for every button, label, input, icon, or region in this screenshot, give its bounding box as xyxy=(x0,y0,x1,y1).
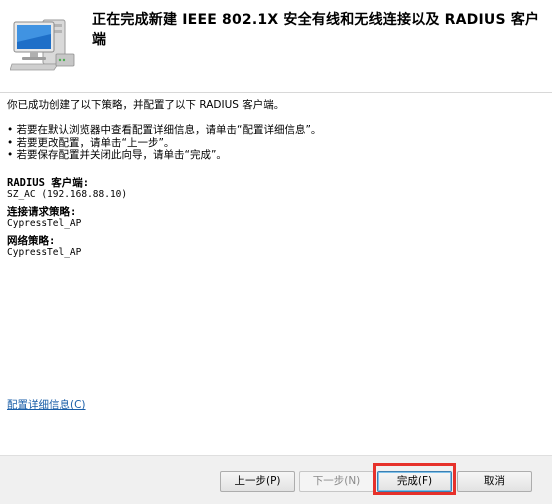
wizard-title: 正在完成新建 IEEE 802.1X 安全有线和无线连接以及 RADIUS 客户… xyxy=(92,12,540,48)
back-button[interactable]: 上一步(P) xyxy=(220,471,295,492)
instruction-list: • 若要在默认浏览器中查看配置详细信息，请单击“配置详细信息”。 • 若要更改配… xyxy=(7,124,321,162)
radius-client-label: RADIUS 客户端: xyxy=(7,177,90,189)
instruction-item: • 若要在默认浏览器中查看配置详细信息，请单击“配置详细信息”。 xyxy=(7,124,322,136)
next-button: 下一步(N) xyxy=(299,471,374,492)
wizard-content: 你已成功创建了以下策略，并配置了以下 RADIUS 客户端。 • 若要在默认浏览… xyxy=(0,93,552,455)
configuration-details-link[interactable]: 配置详细信息(C) xyxy=(7,397,86,412)
configuration-summary: RADIUS 客户端: SZ_AC (192.168.88.10) 连接请求策略… xyxy=(7,177,127,264)
instruction-item: • 若要更改配置，请单击“上一步”。 xyxy=(7,136,175,149)
wizard-footer: 上一步(P) 下一步(N) 完成(F) 取消 xyxy=(0,455,552,504)
network-policy-label: 网络策略: xyxy=(7,235,56,247)
finish-button-highlight xyxy=(373,463,456,495)
instruction-item: • 若要保存配置并关闭此向导，请单击“完成”。 xyxy=(7,149,227,161)
wizard-header: 正在完成新建 IEEE 802.1X 安全有线和无线连接以及 RADIUS 客户… xyxy=(0,0,552,93)
connection-request-policy-value: CypressTel_AP xyxy=(7,218,82,229)
cancel-button[interactable]: 取消 xyxy=(457,471,532,492)
connection-request-policy-label: 连接请求策略: xyxy=(7,206,77,218)
computer-network-icon xyxy=(10,19,75,71)
intro-text: 你已成功创建了以下策略，并配置了以下 RADIUS 客户端。 xyxy=(7,99,285,111)
radius-client-value: SZ_AC (192.168.88.10) xyxy=(7,189,128,200)
network-policy-value: CypressTel_AP xyxy=(7,247,82,258)
